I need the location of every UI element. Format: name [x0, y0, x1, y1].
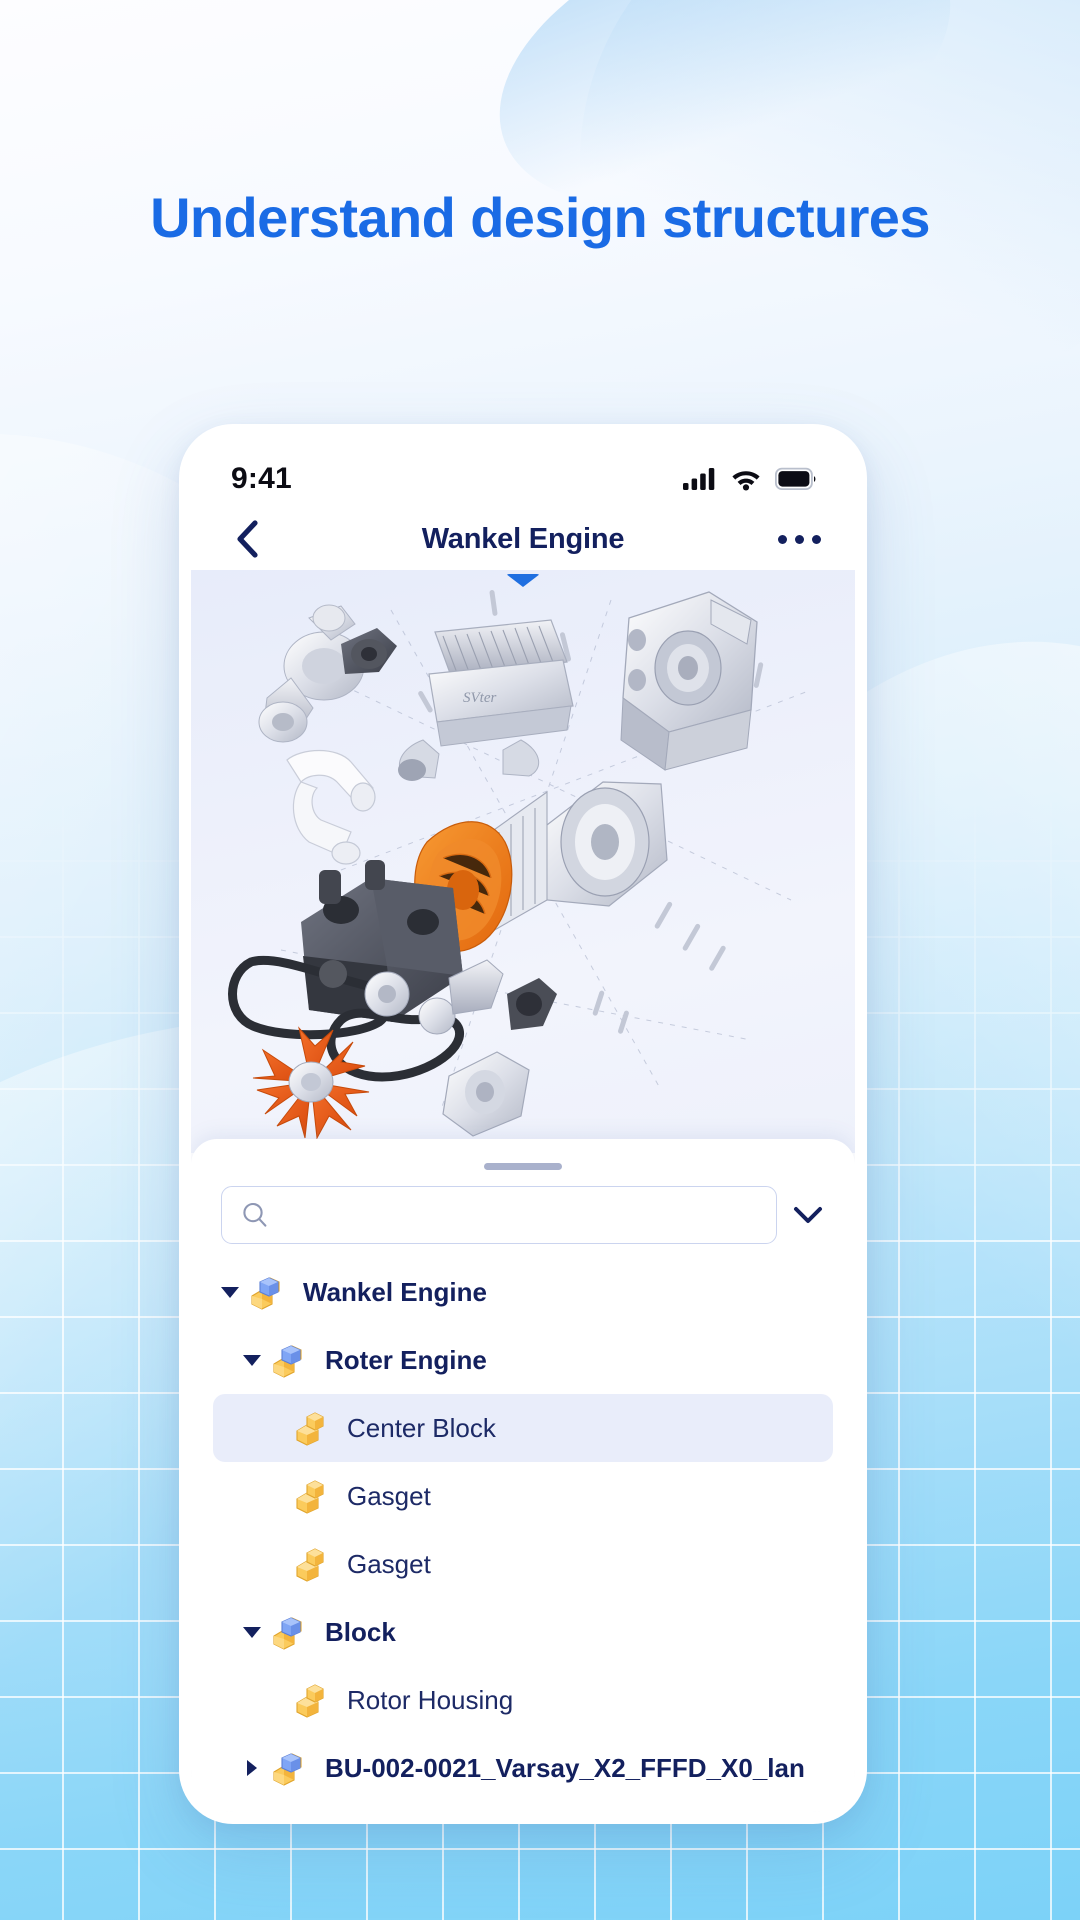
- cellular-signal-icon: [683, 468, 715, 490]
- tree-node-label: Gasget: [347, 1480, 431, 1511]
- assembly-icon: [269, 1614, 311, 1650]
- tree-row[interactable]: BU-002-0021_Varsay_X2_FFFD_X0_lan: [213, 1734, 833, 1802]
- tree-node-label: BU-002-0021_Varsay_X2_FFFD_X0_lan: [325, 1752, 805, 1783]
- tree-row[interactable]: Center Block: [213, 1394, 833, 1462]
- app-navbar: Wankel Engine: [191, 508, 855, 570]
- battery-icon: [775, 467, 816, 490]
- status-time: 9:41: [231, 462, 292, 495]
- tree-node-label: Wankel Engine: [303, 1276, 487, 1307]
- tree-row[interactable]: Wankel Engine: [213, 1258, 833, 1326]
- phone-mockup: 9:41 Wankel Engine SVter Wankel Engine R…: [179, 424, 867, 1824]
- tree-node-label: Gasget: [347, 1548, 431, 1579]
- caret-down-icon: [221, 1286, 239, 1298]
- part-icon: [291, 1478, 333, 1514]
- more-options-button[interactable]: [778, 534, 821, 544]
- caret-down-icon: [243, 1626, 261, 1638]
- structure-tree: Wankel Engine Roter Engine Center Block …: [191, 1244, 855, 1802]
- search-row: [191, 1170, 855, 1244]
- part-icon: [291, 1410, 333, 1446]
- tree-node-label: Rotor Housing: [347, 1684, 514, 1715]
- caret-down-icon: [243, 1354, 261, 1366]
- status-icons: [683, 467, 817, 491]
- caret-right-icon: [247, 1760, 257, 1776]
- tree-row[interactable]: Roter Engine: [213, 1326, 833, 1394]
- tree-row[interactable]: Gasget: [213, 1530, 833, 1598]
- assembly-icon: [247, 1274, 289, 1310]
- svg-text:SVter: SVter: [463, 690, 496, 706]
- phone-screen: 9:41 Wankel Engine SVter Wankel Engine R…: [191, 436, 855, 1812]
- back-button[interactable]: [221, 519, 273, 559]
- more-options-icon: [778, 534, 787, 544]
- page-title: Wankel Engine: [421, 522, 625, 555]
- search-icon: [243, 1202, 267, 1227]
- tree-row[interactable]: Block: [213, 1598, 833, 1666]
- search-box[interactable]: [221, 1186, 777, 1244]
- part-icon: [291, 1546, 333, 1582]
- assembly-icon: [269, 1750, 311, 1786]
- expand-tree-button[interactable]: [791, 1198, 825, 1232]
- more-options-icon: [812, 534, 821, 544]
- caret-down-icon[interactable]: [506, 574, 540, 587]
- more-options-icon: [795, 534, 804, 544]
- tree-node-label: Block: [325, 1616, 396, 1647]
- status-bar: 9:41: [191, 436, 855, 508]
- tree-toggle[interactable]: [235, 1598, 269, 1666]
- tree-row[interactable]: Gasget: [213, 1462, 833, 1530]
- tree-row[interactable]: Rotor Housing: [213, 1666, 833, 1734]
- chevron-left-icon: [237, 520, 258, 558]
- structure-panel: Wankel Engine Roter Engine Center Block …: [191, 1139, 855, 1812]
- part-icon: [291, 1682, 333, 1718]
- model-viewer[interactable]: SVter: [191, 570, 855, 1153]
- tree-toggle[interactable]: [235, 1734, 269, 1802]
- tree-toggle[interactable]: [213, 1258, 247, 1326]
- tree-node-label: Roter Engine: [325, 1344, 487, 1375]
- wifi-icon: [732, 471, 760, 491]
- tree-toggle[interactable]: [235, 1326, 269, 1394]
- chevron-down-icon: [794, 1207, 822, 1223]
- page-headline: Understand design structures: [150, 186, 930, 249]
- drag-handle-icon[interactable]: [484, 1163, 562, 1170]
- search-input[interactable]: [282, 1200, 758, 1230]
- exploded-engine-illustration: SVter: [228, 590, 812, 1140]
- assembly-icon: [269, 1342, 311, 1378]
- tree-node-label: Center Block: [347, 1412, 496, 1443]
